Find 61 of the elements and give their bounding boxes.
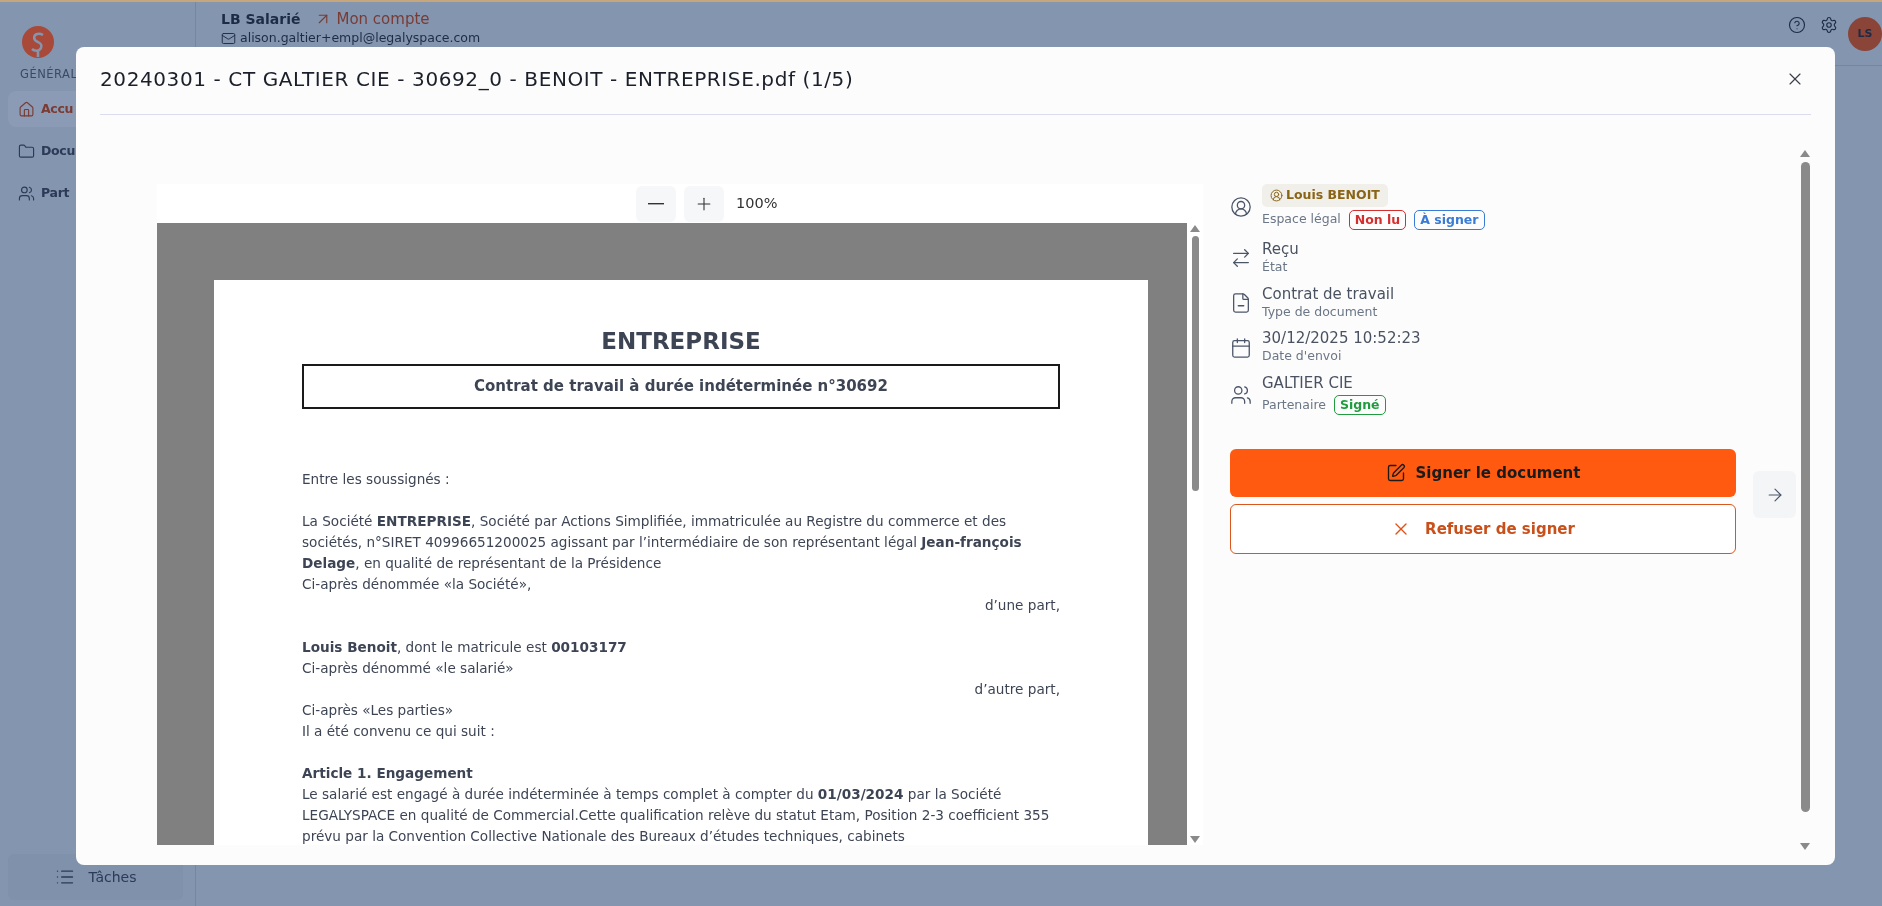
refuse-button[interactable]: Refuser de signer [1230,504,1736,554]
home-icon [18,100,35,118]
swap-arrows-icon [1230,247,1252,270]
user-name: LB Salarié [221,9,301,29]
scrollbar-thumb[interactable] [1800,162,1810,812]
document-text: d’autre part, [973,680,1060,699]
detail-value: Reçu [1262,239,1299,258]
document-text: d’une part, [983,596,1060,615]
scroll-down-icon[interactable] [1800,843,1810,850]
detail-value: Contrat de travail [1262,284,1395,303]
scrollbar-thumb[interactable] [1191,236,1199,491]
status-badge: À signer [1414,209,1485,230]
dialog-title: 20240301 - CT GALTIER CIE - 30692_0 - BENOIT - ENTREPRISE.pdf (1/5) [100,65,854,93]
logo-icon [22,26,54,58]
scroll-up-icon[interactable] [1190,225,1200,232]
document-text: Ci-après dénommé «le salarié» [302,659,515,678]
document-text: Entre les soussignés : [302,470,451,489]
zoom-out-button[interactable] [636,185,676,222]
document-text: La Société ENTREPRISE, Société par Actions Simplifiée, immatriculée au Registre du commerce et des sociétés, n°SIRET 40996651200025 agissant par l’intermédiaire de son représentant légal Jean-françois Delage, en qualité de représentant de la Présidence [302,512,1023,573]
document-subtitle: Contrat de travail à durée indéterminée n°30692 [302,364,1060,409]
detail-value: 30/12/2025 10:52:23 [1262,329,1421,348]
edit-icon [1385,463,1406,483]
document-text: Louis Benoit, dont le matricule est 00103177 [302,638,628,657]
email-text: alison.galtier+empl@legalyspace.com [240,31,481,45]
nav-item[interactable]: Docu [8,133,195,170]
person-chip: Louis BENOIT [1262,184,1388,207]
help-icon[interactable] [1788,16,1806,34]
sign-button[interactable]: Signer le document [1230,449,1736,497]
detail-value: GALTIER CIE [1262,374,1354,392]
document-text: Ci-après dénommée «la Société», [302,575,533,594]
document-heading: ENTREPRISE [600,327,762,356]
zoom-in-button[interactable] [684,185,724,222]
document-text: Le salarié est engagé à durée indéterminée à temps complet à compter du 01/03/2024 par la Société LEGALYSPACE en qualité de Commercial.Cette qualification relève du statut Etam, Position 2-3 coefficient 355 prévu par la Convention Collective Nationale des Bureaux d’études techniques, cabinets [302,785,1051,845]
section-label: GÉNÉRAL [20,66,78,83]
zoom-level: 100% [736,193,779,213]
people-icon [1230,383,1252,406]
mail-icon [221,30,236,46]
next-button[interactable] [1753,471,1796,518]
detail-label: Espace légal [1262,210,1341,229]
status-badge: Non lu [1348,209,1407,230]
detail-label: Type de document [1262,302,1378,321]
nav-item[interactable]: Part [8,175,195,212]
detail-label: Date d'envoi [1262,347,1342,366]
detail-label: Partenaire [1262,395,1326,414]
folder-icon [18,142,35,160]
calendar-icon [1230,336,1252,359]
status-badge: Signé [1334,395,1386,415]
account-link[interactable]: Mon compte [314,8,430,31]
minus-icon [648,202,664,205]
document-icon [1230,291,1252,314]
people-icon [18,184,35,202]
article-heading: Article 1. Engagement [302,764,474,783]
settings-icon[interactable] [1820,16,1838,34]
scroll-up-icon[interactable] [1800,150,1810,157]
user-icon [1230,195,1252,218]
user-icon [1270,188,1283,202]
scroll-down-icon[interactable] [1190,836,1200,843]
document-text: Il a été convenu ce qui suit : [302,722,496,741]
detail-label: État [1262,257,1288,276]
user-avatar[interactable]: LS [1848,17,1882,51]
document-text: Ci-après «Les parties» [302,701,455,720]
